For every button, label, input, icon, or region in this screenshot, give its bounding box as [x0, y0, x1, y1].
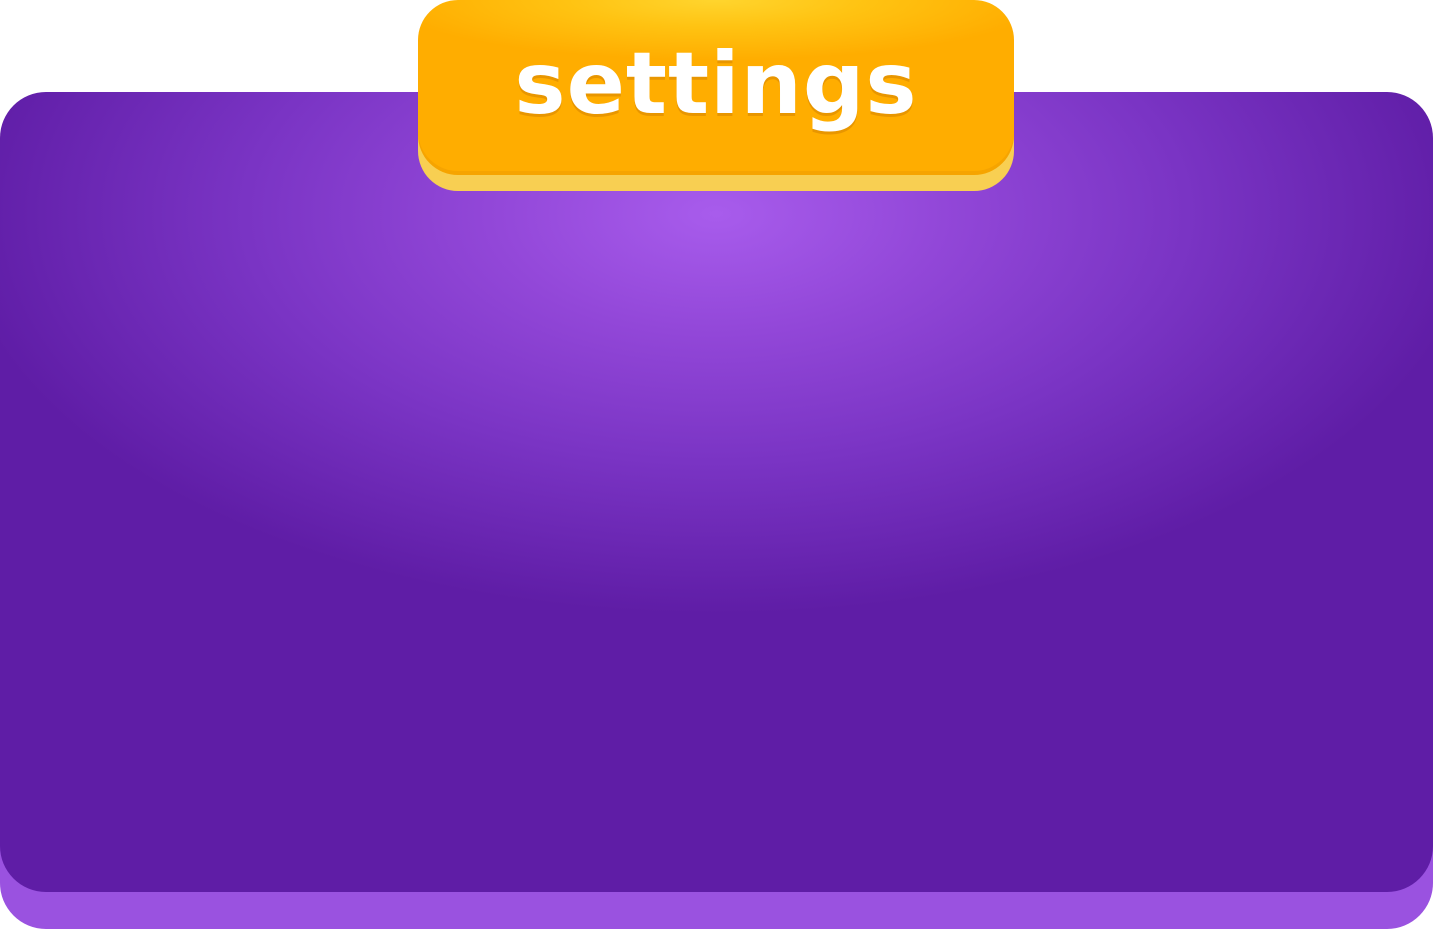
settings-panel — [0, 92, 1433, 892]
dialog-title: settings — [514, 34, 918, 134]
settings-dialog: settings — [0, 0, 1433, 929]
